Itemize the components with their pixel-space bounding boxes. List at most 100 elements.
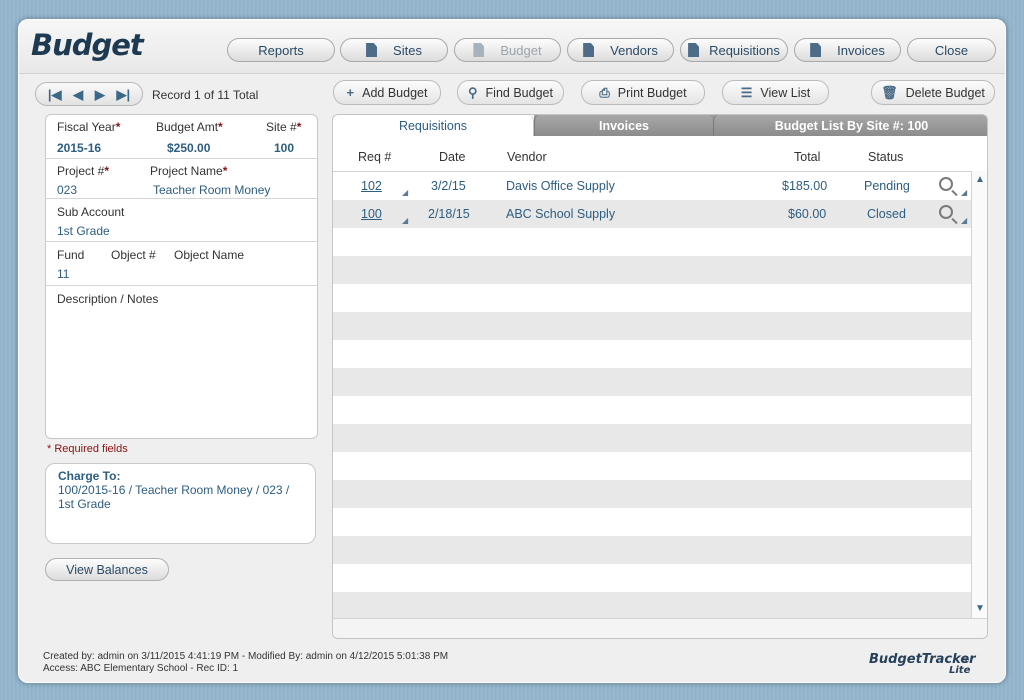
project-row: Project #* 023 Project Name* Teacher Roo… bbox=[46, 159, 317, 199]
description-label: Description / Notes bbox=[57, 292, 159, 306]
add-budget-button[interactable]: + Add Budget bbox=[333, 80, 441, 105]
req-total: $60.00 bbox=[788, 207, 827, 221]
reports-button[interactable]: Reports bbox=[227, 38, 335, 62]
printer-icon: ⎙ bbox=[599, 84, 610, 100]
access-text: Access: ABC Elementary School - Rec ID: … bbox=[43, 663, 239, 674]
table-row[interactable]: 102 ◢ 3/2/15 Davis Office Supply $185.00… bbox=[333, 172, 971, 200]
req-total: $185.00 bbox=[782, 179, 828, 193]
sub-account-field[interactable]: 1st Grade bbox=[57, 224, 110, 238]
empty-row bbox=[333, 284, 971, 312]
req-date: 3/2/15 bbox=[431, 179, 466, 193]
document-icon bbox=[583, 43, 595, 57]
scroll-up-arrow-icon[interactable]: ▲ bbox=[972, 174, 987, 185]
document-icon bbox=[366, 43, 378, 57]
trash-icon: 🗑 bbox=[881, 84, 898, 100]
delete-budget-label: Delete Budget bbox=[905, 85, 985, 100]
site-label: Site #* bbox=[266, 120, 302, 134]
project-no-label: Project #* bbox=[57, 164, 110, 178]
vendors-button[interactable]: Vendors bbox=[567, 38, 674, 62]
brand-registered-mark: ® bbox=[963, 656, 969, 665]
next-record-icon[interactable]: ▶ bbox=[95, 88, 105, 101]
charge-to-box: Charge To: 100/2015-16 / Teacher Room Mo… bbox=[45, 463, 316, 544]
column-header-status[interactable]: Status bbox=[868, 150, 903, 164]
requisitions-table: 102 ◢ 3/2/15 Davis Office Supply $185.00… bbox=[333, 171, 971, 618]
empty-row bbox=[333, 368, 971, 396]
find-budget-button[interactable]: ⚲ Find Budget bbox=[457, 80, 564, 105]
audit-info: Created by: admin on 3/11/2015 4:41:19 P… bbox=[43, 651, 448, 675]
list-icon: ☰ bbox=[740, 84, 753, 100]
expand-corner-icon: ◢ bbox=[402, 188, 409, 197]
tab-requisitions[interactable]: Requisitions bbox=[333, 115, 534, 136]
invoices-button[interactable]: Invoices bbox=[794, 38, 901, 62]
scroll-down-arrow-icon[interactable]: ▼ bbox=[972, 603, 987, 614]
charge-to-line2: 1st Grade bbox=[58, 497, 111, 511]
req-vendor: ABC School Supply bbox=[506, 207, 616, 221]
budget-amt-label: Budget Amt* bbox=[156, 120, 223, 134]
previous-record-icon[interactable]: ◀ bbox=[73, 88, 83, 101]
empty-row bbox=[333, 396, 971, 424]
fund-row: Fund 11 Object # Object Name bbox=[46, 242, 317, 286]
budget-button: Budget bbox=[454, 38, 561, 62]
brand-edition: Lite bbox=[949, 665, 971, 676]
req-status: Pending bbox=[864, 179, 910, 193]
last-record-icon[interactable]: ▶| bbox=[116, 88, 130, 101]
table-footer bbox=[333, 618, 987, 638]
fiscal-year-field[interactable]: 2015-16 bbox=[57, 141, 101, 155]
first-record-icon[interactable]: |◀ bbox=[48, 88, 62, 101]
view-list-button[interactable]: ☰ View List bbox=[722, 80, 829, 105]
sites-label: Sites bbox=[393, 42, 422, 58]
sites-button[interactable]: Sites bbox=[340, 38, 448, 62]
table-scrollbar[interactable]: ▲ ▼ bbox=[971, 171, 987, 618]
column-header-total[interactable]: Total bbox=[794, 150, 820, 164]
view-balances-label: View Balances bbox=[66, 562, 148, 577]
site-field[interactable]: 100 bbox=[274, 141, 294, 155]
requisitions-label: Requisitions bbox=[709, 42, 780, 58]
empty-row bbox=[333, 256, 971, 284]
project-no-field[interactable]: 023 bbox=[57, 183, 77, 197]
delete-budget-button[interactable]: 🗑 Delete Budget bbox=[871, 80, 995, 105]
sub-account-row: Sub Account 1st Grade bbox=[46, 199, 317, 242]
empty-row bbox=[333, 228, 971, 256]
description-area[interactable]: Description / Notes bbox=[46, 286, 317, 436]
expand-corner-icon: ◢ bbox=[961, 188, 968, 197]
req-date: 2/18/15 bbox=[428, 207, 470, 221]
tab-invoices[interactable]: Invoices bbox=[534, 115, 713, 136]
req-number-link[interactable]: 100 bbox=[361, 207, 382, 221]
column-header-req[interactable]: Req # bbox=[358, 150, 391, 164]
view-balances-button[interactable]: View Balances bbox=[45, 558, 169, 581]
tab-budget-list[interactable]: Budget List By Site #: 100 bbox=[713, 115, 987, 136]
fiscal-year-label: Fiscal Year* bbox=[57, 120, 121, 134]
empty-row bbox=[333, 508, 971, 536]
column-header-vendor[interactable]: Vendor bbox=[507, 150, 547, 164]
find-budget-label: Find Budget bbox=[485, 85, 553, 100]
column-header-date[interactable]: Date bbox=[439, 150, 465, 164]
req-status: Closed bbox=[867, 207, 906, 221]
expand-corner-icon: ◢ bbox=[961, 216, 968, 225]
budget-label: Budget bbox=[500, 42, 542, 58]
print-budget-button[interactable]: ⎙ Print Budget bbox=[581, 80, 705, 105]
page-title: Budget bbox=[31, 28, 144, 62]
record-count: Record 1 of 11 Total bbox=[152, 88, 259, 102]
vendors-label: Vendors bbox=[610, 42, 658, 58]
document-icon bbox=[473, 43, 485, 57]
req-vendor: Davis Office Supply bbox=[506, 179, 615, 193]
fund-field[interactable]: 11 bbox=[57, 267, 69, 281]
empty-row bbox=[333, 452, 971, 480]
top-toolbar: Budget Reports Sites Budget Vendors Requ… bbox=[19, 20, 1005, 74]
req-number-link[interactable]: 102 bbox=[361, 179, 382, 193]
project-name-field[interactable]: Teacher Room Money bbox=[153, 183, 270, 197]
document-icon bbox=[810, 43, 822, 57]
budget-amt-field[interactable]: $250.00 bbox=[167, 141, 210, 155]
requisitions-button[interactable]: Requisitions bbox=[680, 38, 788, 62]
table-row[interactable]: 100 ◢ 2/18/15 ABC School Supply $60.00 C… bbox=[333, 200, 971, 228]
magnifier-icon[interactable] bbox=[939, 205, 953, 219]
required-fields-note: * Required fields bbox=[47, 443, 128, 455]
charge-to-title: Charge To: bbox=[58, 469, 121, 483]
close-button[interactable]: Close bbox=[907, 38, 996, 62]
empty-row bbox=[333, 592, 971, 618]
reports-label: Reports bbox=[258, 42, 304, 58]
charge-to-line1: 100/2015-16 / Teacher Room Money / 023 / bbox=[58, 483, 290, 497]
expand-corner-icon: ◢ bbox=[402, 216, 409, 225]
empty-row bbox=[333, 536, 971, 564]
magnifier-icon[interactable] bbox=[939, 177, 953, 191]
